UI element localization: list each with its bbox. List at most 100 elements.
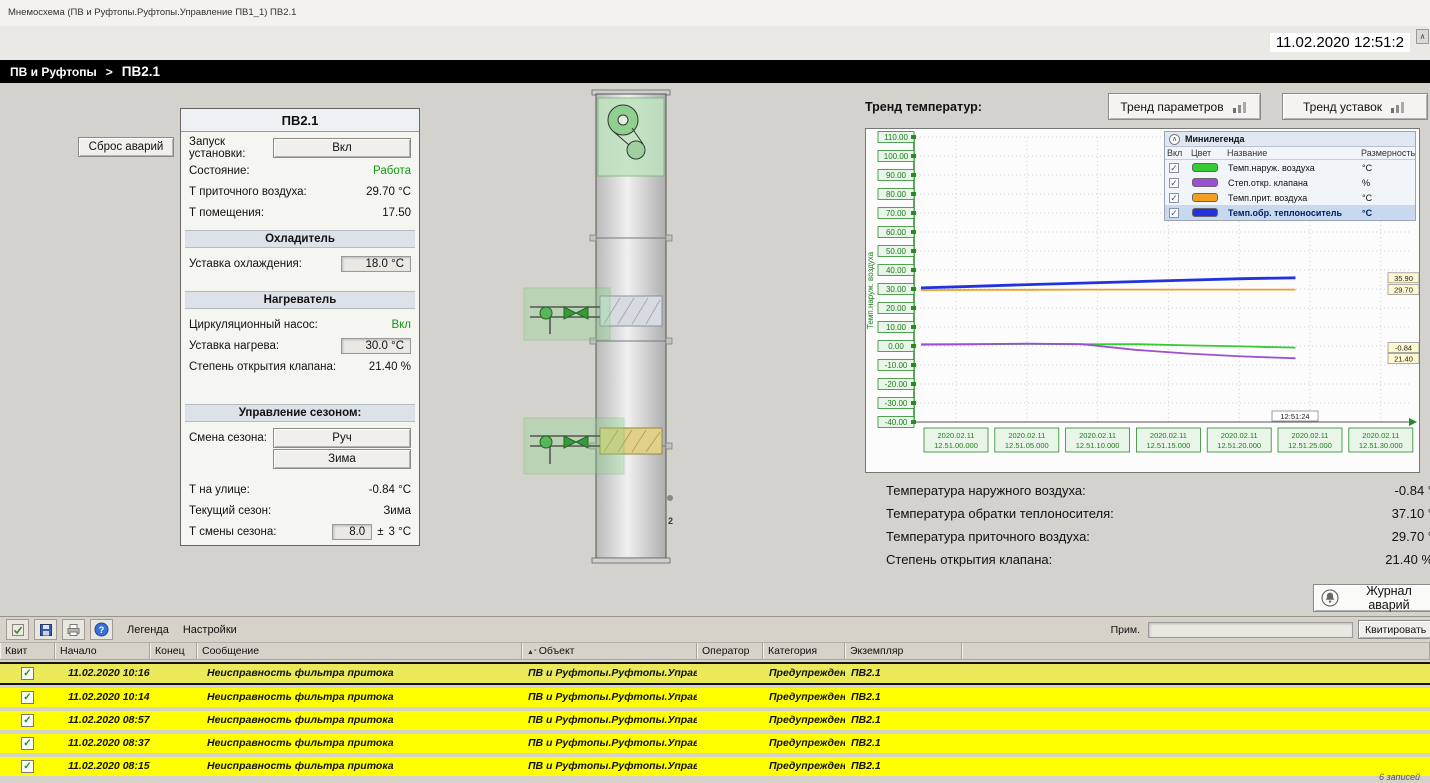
record-count: 6 записей <box>1379 772 1420 782</box>
note-input[interactable] <box>1148 622 1353 638</box>
legend-row[interactable]: ✓Степ.откр. клапана% <box>1165 175 1415 190</box>
ack-checkbox[interactable]: ✓ <box>21 667 34 680</box>
alarm-row[interactable]: ✓ 11.02.2020 10:14:19 Неисправность фильтр… <box>0 688 1430 707</box>
alarm-cell-start: 11.02.2020 10:14:19 <box>55 688 150 707</box>
legend-row[interactable]: ✓ Темп.обр. теплоноситель°C <box>1165 205 1415 220</box>
supply-temp-value: 29.70 °C <box>366 186 411 198</box>
scada-screen: Мнемосхема (ПВ и Руфтопы.Руфтопы.Управле… <box>0 0 1430 783</box>
svg-text:30.00: 30.00 <box>886 285 907 294</box>
pump-label: Циркуляционный насос: <box>189 319 318 331</box>
ack-checkbox[interactable]: ✓ <box>21 737 34 750</box>
svg-text:?: ? <box>99 625 105 635</box>
alarm-cell-instance: ПВ2.1 <box>845 664 962 683</box>
collapse-icon[interactable]: ∧ <box>1169 134 1180 145</box>
alarm-cell-instance: ПВ2.1 <box>845 688 962 707</box>
ack-checkbox[interactable]: ✓ <box>21 760 34 773</box>
legend-checkbox[interactable]: ✓ <box>1169 208 1179 218</box>
cooling-setpoint-field[interactable]: 18.0 °C <box>341 256 411 272</box>
alarm-journal-panel: ? Легенда Настройки Прим. Квитировать Кв… <box>0 616 1430 783</box>
series-name: Степ.откр. клапана <box>1225 178 1359 188</box>
breadcrumb-root[interactable]: ПВ и Руфтопы <box>10 65 97 79</box>
series-color-swatch <box>1192 178 1218 187</box>
trend-chart[interactable]: 110.00100.0090.0080.0070.0060.0050.0040.… <box>865 128 1420 473</box>
ahu-schematic: 2 <box>520 88 730 573</box>
readout-label: Температура наружного воздуха: <box>886 483 1086 498</box>
legend-checkbox[interactable]: ✓ <box>1169 193 1179 203</box>
alarm-cell-operator <box>697 688 763 707</box>
heating-setpoint-field[interactable]: 30.0 °C <box>341 338 411 354</box>
svg-text:60.00: 60.00 <box>886 228 907 237</box>
start-label: Запуск установки: <box>189 136 271 160</box>
outdoor-temp-value: -0.84 °C <box>369 484 411 496</box>
alarm-cell-object: ПВ и Руфтопы.Руфтопы.Управл <box>522 664 697 683</box>
svg-text:100.00: 100.00 <box>884 152 909 161</box>
season-mode-button[interactable]: Руч <box>273 428 411 448</box>
svg-text:-20.00: -20.00 <box>885 380 908 389</box>
svg-text:2020.02.11: 2020.02.11 <box>1150 431 1187 440</box>
save-icon[interactable] <box>34 619 57 640</box>
alarm-cell-object: ПВ и Руфтопы.Руфтопы.Управл <box>522 711 697 730</box>
column-header-5[interactable]: ▲°Объект <box>522 643 697 659</box>
column-header-6[interactable]: Оператор <box>697 643 763 659</box>
alarm-cell-end <box>150 734 197 753</box>
column-header-7[interactable]: Категория <box>763 643 845 659</box>
alarm-row[interactable]: ✓ 11.02.2020 10:16:35 Неисправность фильтр… <box>0 662 1430 685</box>
menu-legend[interactable]: Легенда <box>127 624 169 636</box>
svg-text:-30.00: -30.00 <box>885 399 908 408</box>
alarm-row[interactable]: ✓11.02.2020 08:37:54Неисправность фильтр… <box>0 734 1430 753</box>
bar-chart-icon <box>1390 100 1407 114</box>
svg-text:12:51:24: 12:51:24 <box>1280 412 1309 421</box>
room-temp-label: Т помещения: <box>189 207 264 219</box>
bell-icon <box>1321 589 1339 607</box>
legend-column-1: Цвет <box>1189 148 1225 158</box>
season-button[interactable]: Зима <box>273 449 411 469</box>
column-header-4[interactable]: Сообщение <box>197 643 522 659</box>
alarm-row[interactable]: ✓ 11.02.2020 08:57:18 Неисправность фильтр… <box>0 711 1430 730</box>
alarm-cell-category: Предупреждение <box>763 734 845 753</box>
note-label: Прим. <box>1111 624 1140 636</box>
season-change-temp-field[interactable]: 8.0 <box>332 524 372 540</box>
alarm-cell-message: Неисправность фильтра притока <box>197 664 522 683</box>
ack-checkbox[interactable]: ✓ <box>21 714 34 727</box>
print-icon[interactable] <box>62 619 85 640</box>
series-name: Темп.обр. теплоноситель <box>1225 208 1359 218</box>
acknowledge-button[interactable]: Квитировать <box>1358 620 1430 639</box>
state-label: Состояние: <box>189 165 250 177</box>
svg-text:2020.02.11: 2020.02.11 <box>1221 431 1258 440</box>
trend-setpoints-button[interactable]: Тренд уставок <box>1282 93 1428 120</box>
minilegend: ∧ Минилегенда ВклЦветНазваниеРазмерность… <box>1164 131 1416 221</box>
ack-checkbox[interactable]: ✓ <box>21 691 34 704</box>
alarm-row[interactable]: ✓11.02.2020 08:15:44Неисправность фильтр… <box>0 757 1430 776</box>
legend-checkbox[interactable]: ✓ <box>1169 178 1179 188</box>
menu-settings[interactable]: Настройки <box>183 624 237 636</box>
scroll-up-icon[interactable]: ∧ <box>1416 29 1429 44</box>
alarm-journal-button[interactable]: Журнал аварий <box>1313 584 1430 612</box>
start-button[interactable]: Вкл <box>273 138 411 158</box>
alarm-cell-end <box>150 664 197 683</box>
column-header-8[interactable]: Экземпляр <box>845 643 962 659</box>
minilegend-columns: ВклЦветНазваниеРазмерность <box>1165 147 1415 160</box>
season-change-label: Смена сезона: <box>189 432 267 444</box>
alarm-cell-message: Неисправность фильтра притока <box>197 757 522 776</box>
acknowledge-icon[interactable] <box>6 619 29 640</box>
trend-params-button[interactable]: Тренд параметров <box>1108 93 1261 120</box>
room-temp-value: 17.50 <box>382 207 411 219</box>
ahu-schematic-drawing: 2 <box>520 88 730 573</box>
season-change-temp-delta: 3 °C <box>389 526 412 538</box>
help-icon[interactable]: ? <box>90 619 113 640</box>
alarm-cell-message: Неисправность фильтра притока <box>197 688 522 707</box>
series-unit: °C <box>1359 208 1415 218</box>
alarm-cell-start: 11.02.2020 10:16:35 <box>55 664 150 683</box>
svg-text:2020.02.11: 2020.02.11 <box>1079 431 1116 440</box>
column-header-1[interactable]: Квит <box>0 643 55 659</box>
column-header-3[interactable]: Конец <box>150 643 197 659</box>
column-header-2[interactable]: Начало <box>55 643 150 659</box>
reset-alarms-button[interactable]: Сброс аварий <box>78 137 174 157</box>
legend-row[interactable]: ✓Темп.наруж. воздуха°C <box>1165 160 1415 175</box>
alarm-cell-start: 11.02.2020 08:57:18 <box>55 711 150 730</box>
legend-checkbox[interactable]: ✓ <box>1169 163 1179 173</box>
alarm-cell-message: Неисправность фильтра притока <box>197 711 522 730</box>
breadcrumb: ПВ и Руфтопы > ПВ2.1 <box>0 60 1430 83</box>
legend-row[interactable]: ✓Темп.прит. воздуха°C <box>1165 190 1415 205</box>
svg-text:29.70: 29.70 <box>1394 286 1413 295</box>
